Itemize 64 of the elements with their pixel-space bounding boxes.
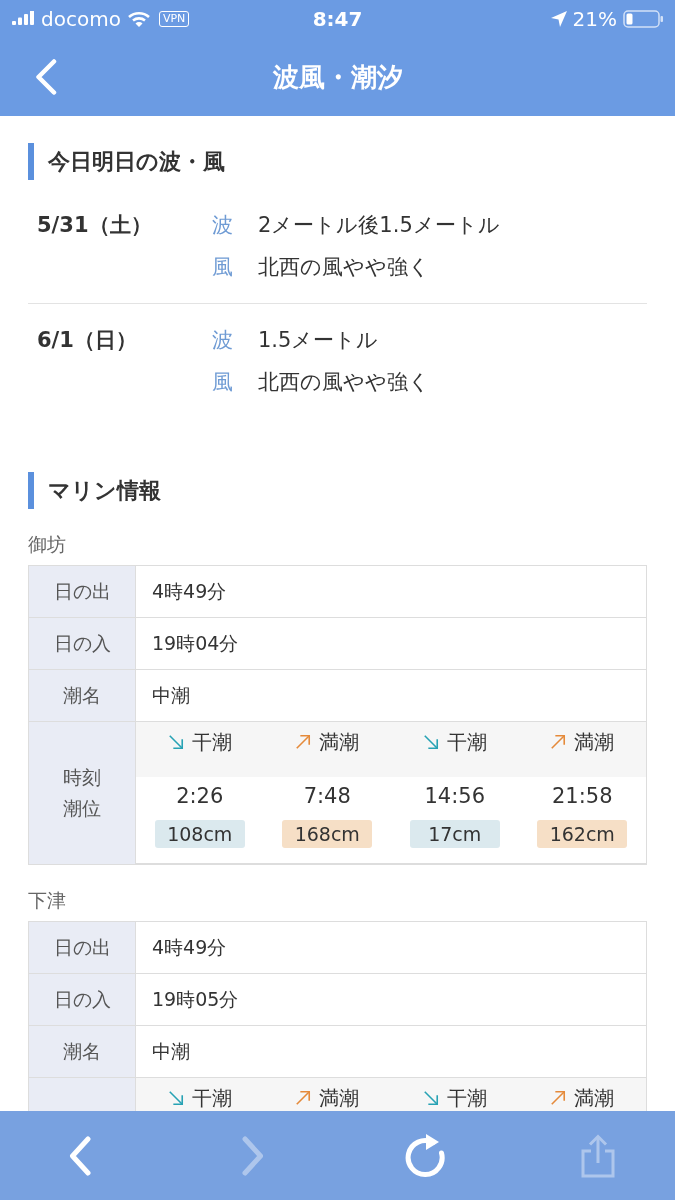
arrow-down-right-icon	[167, 734, 184, 750]
chevron-left-icon	[35, 59, 57, 95]
location-arrow-icon	[550, 11, 567, 27]
tide-type-label: 干潮	[191, 731, 232, 753]
table-header-cell: 潮名	[29, 670, 136, 722]
forecast-label: 風	[212, 254, 234, 281]
arrow-up-right-icon	[550, 1090, 567, 1106]
section-heading: 今日明日の波・風	[28, 143, 647, 180]
forecast-value: 1.5メートル	[258, 327, 380, 354]
location-name: 御坊	[28, 532, 67, 557]
signal-icon	[12, 11, 34, 27]
tide-height: 108cm	[154, 820, 245, 848]
tide-type-label: 満潮	[319, 1087, 360, 1109]
tide-type-label: 干潮	[446, 1087, 487, 1109]
forecast-value: 2メートル後1.5メートル	[258, 212, 501, 239]
tide-height: 162cm	[537, 820, 628, 848]
battery-icon	[623, 10, 663, 28]
arrow-up-right-icon	[295, 734, 312, 750]
table-header-cell: 日の出	[29, 566, 136, 618]
table-cell: 4時49分	[136, 922, 646, 974]
forecast-label: 波	[212, 327, 234, 354]
page-title: 波風・潮汐	[271, 60, 404, 94]
tide-height: 17cm	[409, 820, 500, 848]
battery-percent: 21%	[572, 7, 617, 31]
tide-time: 2:26	[176, 783, 224, 810]
tide-type-label: 満潮	[319, 731, 360, 753]
table-header-cell: 日の入	[29, 974, 136, 1026]
arrow-down-right-icon	[422, 734, 439, 750]
row-label: 潮位	[63, 796, 101, 821]
table-cell: 19時04分	[136, 618, 646, 670]
tide-type-label: 干潮	[446, 731, 487, 753]
arrow-down-right-icon	[167, 1090, 184, 1106]
tide-type-label: 満潮	[574, 1087, 615, 1109]
tide-type-label: 干潮	[191, 1087, 232, 1109]
forecast-date: 5/31（土）	[37, 212, 153, 239]
wifi-icon	[127, 11, 150, 27]
tide-height: 168cm	[282, 820, 373, 848]
chevron-left-icon	[69, 1135, 91, 1176]
table-header-cell: 潮名	[29, 1026, 136, 1078]
forecast-date: 6/1（日）	[37, 327, 138, 354]
table-cell: 19時05分	[136, 974, 646, 1026]
vpn-indicator: VPN	[158, 11, 190, 27]
arrow-up-right-icon	[550, 734, 567, 750]
reload-icon	[404, 1133, 447, 1178]
tide-time: 21:58	[552, 783, 613, 810]
forecast-label: 風	[212, 369, 234, 396]
table-header-cell: 日の出	[29, 922, 136, 974]
chevron-right-icon	[241, 1135, 264, 1176]
clock-time: 8:47	[312, 7, 363, 31]
section-heading: マリン情報	[28, 472, 647, 509]
forecast-value: 北西の風やや強く	[258, 254, 431, 281]
arrow-up-right-icon	[295, 1090, 312, 1106]
location-name: 下津	[28, 888, 67, 913]
carrier-name: docomo	[41, 7, 121, 31]
tide-time: 14:56	[424, 783, 485, 810]
forecast-value: 北西の風やや強く	[258, 369, 431, 396]
table-header-cell: 日の入	[29, 618, 136, 670]
table-cell: 4時49分	[136, 566, 646, 618]
share-icon	[580, 1133, 615, 1178]
row-label: 時刻	[63, 765, 101, 790]
tide-time: 7:48	[303, 783, 351, 810]
tide-type-label: 満潮	[574, 731, 615, 753]
arrow-down-right-icon	[422, 1090, 439, 1106]
forecast-label: 波	[212, 212, 234, 239]
